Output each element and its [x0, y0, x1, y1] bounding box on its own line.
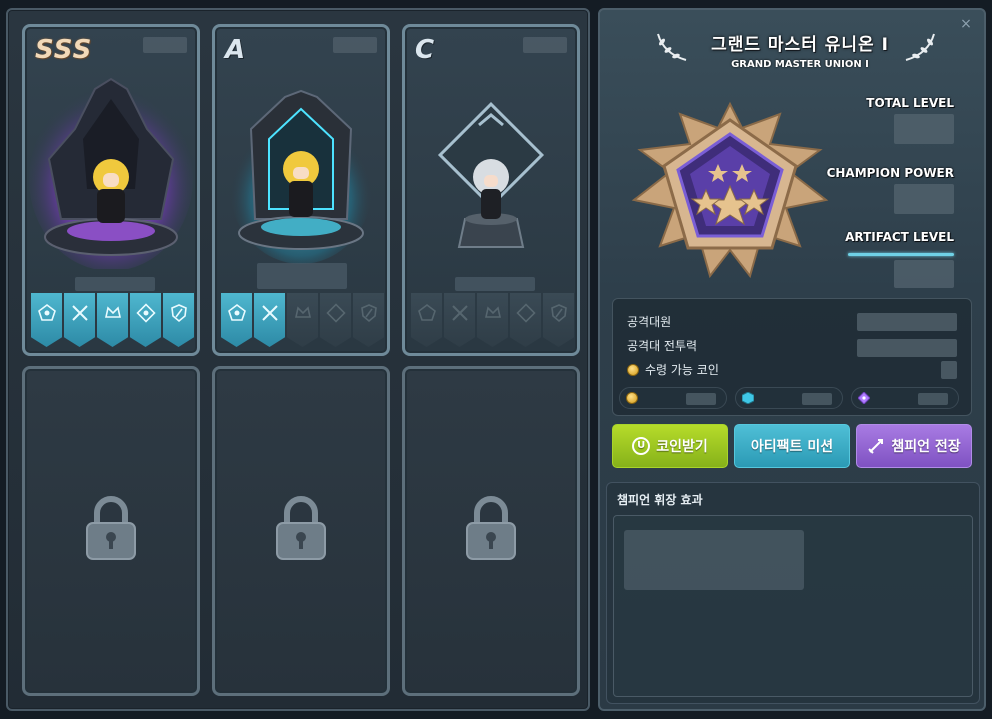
artifact-level-bar [848, 253, 954, 256]
gem-currency [735, 387, 843, 409]
close-button[interactable]: × [958, 16, 974, 32]
coin-icon [627, 363, 639, 376]
crown-icon [477, 293, 508, 347]
gem-icon [742, 392, 754, 404]
artifact-mission-label: 아티팩트 미션 [750, 439, 834, 455]
champion-portrait-c [437, 101, 545, 248]
shield-slash-icon [353, 293, 384, 347]
champion-portrait-a [229, 89, 373, 264]
artifact-currency [851, 387, 959, 409]
champion-name-blurred [75, 277, 155, 291]
pentagon-badge-icon [221, 293, 252, 347]
union-info-panel: × 그랜드 마스터 유니온 Ⅰ GRAND MASTER UNION Ⅰ TOT… [598, 8, 986, 711]
currency-value-blurred [686, 393, 716, 405]
shield-target-icon [130, 293, 161, 347]
effect-text-blurred [624, 530, 804, 590]
champion-name-blurred [257, 263, 347, 289]
total-level-value-blurred [894, 114, 954, 144]
claimable-coin-row: 수령 가능 코인 [627, 361, 719, 378]
shield-target-icon [510, 293, 541, 347]
locked-slot-1[interactable] [22, 366, 200, 696]
coin-icon [626, 392, 638, 404]
crossed-swords-icon [254, 293, 285, 347]
champion-portrait-sss [29, 77, 193, 269]
champion-grid-panel: SSS A C [6, 8, 590, 711]
currency-row [619, 387, 959, 409]
coin-value-blurred [941, 361, 957, 379]
champion-name-blurred [455, 277, 535, 291]
lock-icon [86, 496, 136, 560]
card-grade: SSS [35, 35, 93, 65]
card-tag-blurred [333, 37, 377, 53]
lock-icon [466, 496, 516, 560]
claimable-coin-label: 수령 가능 코인 [645, 363, 719, 377]
union-rank-title: 그랜드 마스터 유니온 Ⅰ GRAND MASTER UNION Ⅰ [650, 30, 950, 70]
badge-row [411, 293, 574, 347]
shield-slash-icon [543, 293, 574, 347]
champion-battle-label: 챔피언 전장 [891, 439, 961, 455]
effect-title: 챔피언 휘장 효과 [617, 493, 703, 507]
artifact-level-label: ARTIFACT LEVEL [845, 230, 954, 244]
artifact-icon [858, 392, 870, 404]
card-grade: C [415, 35, 436, 65]
badge-row [221, 293, 384, 347]
effect-content [613, 515, 973, 697]
raid-members-row: 공격대원 [627, 313, 671, 330]
card-tag-blurred [523, 37, 567, 53]
champion-power-label: CHAMPION POWER [826, 166, 954, 180]
raid-power-row: 공격대 전투력 [627, 337, 697, 354]
artifact-level-value-blurred [894, 260, 954, 288]
card-tag-blurred [143, 37, 187, 53]
raid-power-label: 공격대 전투력 [627, 339, 698, 353]
crown-icon [287, 293, 318, 347]
champion-battle-button[interactable]: 챔피언 전장 [856, 424, 972, 468]
champion-power-value-blurred [894, 184, 954, 214]
union-rank-emblem-icon [631, 101, 829, 279]
crossed-swords-icon [64, 293, 95, 347]
pentagon-badge-icon [31, 293, 62, 347]
raid-info-box: 공격대원 공격대 전투력 수령 가능 코인 [612, 298, 972, 416]
champion-card-a[interactable]: A [212, 24, 390, 356]
receive-coin-button[interactable]: U 코인받기 [612, 424, 728, 468]
card-grade: A [225, 35, 247, 65]
receive-coin-label: 코인받기 [656, 439, 708, 455]
sword-icon [868, 439, 884, 454]
lock-icon [276, 496, 326, 560]
crossed-swords-icon [444, 293, 475, 347]
badge-row [31, 293, 194, 347]
artifact-mission-button[interactable]: 아티팩트 미션 [734, 424, 850, 468]
pentagon-badge-icon [411, 293, 442, 347]
champion-card-c[interactable]: C [402, 24, 580, 356]
raid-values-blurred [857, 313, 957, 331]
shield-target-icon [320, 293, 351, 347]
champion-insignia-effect-box: 챔피언 휘장 효과 [606, 482, 980, 704]
locked-slot-2[interactable] [212, 366, 390, 696]
shield-slash-icon [163, 293, 194, 347]
union-coin-icon: U [632, 437, 651, 455]
rank-subtitle: GRAND MASTER UNION Ⅰ [731, 59, 869, 70]
raid-members-label: 공격대원 [627, 315, 672, 329]
raid-values-blurred [857, 339, 957, 357]
currency-value-blurred [802, 393, 832, 405]
total-level-label: TOTAL LEVEL [866, 96, 954, 110]
champion-card-sss[interactable]: SSS [22, 24, 200, 356]
currency-value-blurred [918, 393, 948, 405]
crown-icon [97, 293, 128, 347]
rank-title: 그랜드 마스터 유니온 Ⅰ [711, 35, 889, 55]
locked-slot-3[interactable] [402, 366, 580, 696]
union-coin-currency [619, 387, 727, 409]
